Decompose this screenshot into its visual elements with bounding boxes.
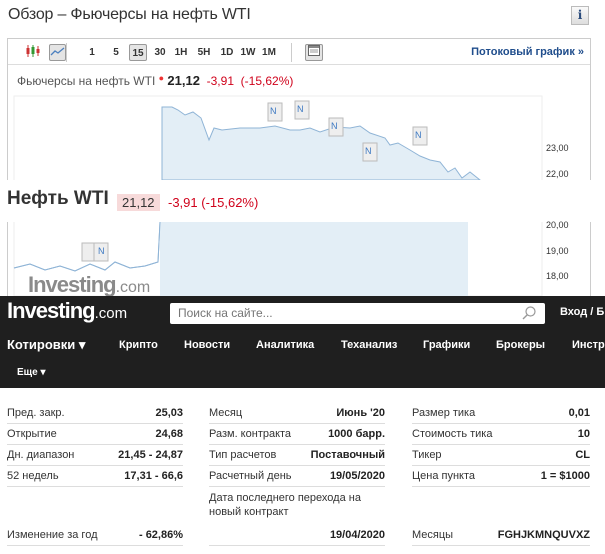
- nav-tools[interactable]: Инстр: [572, 339, 605, 351]
- nav-news[interactable]: Новости: [184, 339, 230, 351]
- site-logo[interactable]: Investing.com: [7, 298, 127, 324]
- nav-quotes[interactable]: Котировки ▾: [7, 337, 85, 353]
- stat-row: Стоимость тика 10: [412, 424, 590, 445]
- header-change: -3,91 (-15,62%): [168, 195, 259, 210]
- y-axis-label: 19,00: [546, 246, 569, 256]
- news-marker[interactable]: N: [98, 246, 105, 256]
- stat-row: Разм. контракта 1000 барр.: [209, 424, 385, 445]
- stat-row: Расчетный день 19/05/2020: [209, 466, 385, 487]
- nav-charts[interactable]: Графики: [423, 339, 470, 351]
- y-axis-label: 22,00: [546, 169, 569, 179]
- stat-row: Дн. диапазон 21,45 - 24,87: [7, 445, 183, 466]
- stat-row: Тикер CL: [412, 445, 590, 466]
- search-input[interactable]: [170, 303, 545, 324]
- news-marker[interactable]: N: [270, 106, 277, 116]
- nav-analytics[interactable]: Аналитика: [256, 339, 314, 351]
- stats-column-1: Пред. закр. 25,03 Открытие 24,68 Дн. диапа…: [7, 403, 183, 546]
- stat-row: Дата последнего перехода на новый контра…: [209, 487, 385, 546]
- stat-row: Цена пункта 1 = $1000: [412, 466, 590, 487]
- login-link[interactable]: Вход / Б: [560, 306, 604, 318]
- stat-row: Месяц Июнь '20: [209, 403, 385, 424]
- news-marker[interactable]: N: [297, 104, 304, 114]
- price-area: [161, 106, 482, 181]
- stat-row: Месяцы FGHJKMNQUVXZ: [412, 525, 590, 546]
- nav-crypto[interactable]: Крипто: [119, 339, 158, 351]
- y-axis-label: 18,00: [546, 271, 569, 281]
- stat-row: Размер тика 0,01: [412, 403, 590, 424]
- stats-column-2: Месяц Июнь '20 Разм. контракта 1000 барр. …: [209, 403, 385, 546]
- stat-row: Изменение за год - 62,86%: [7, 525, 183, 546]
- news-marker[interactable]: N: [365, 146, 372, 156]
- watermark-logo: Investing.com: [28, 272, 151, 297]
- news-marker[interactable]: N: [415, 130, 422, 140]
- y-axis-label: 20,00: [546, 220, 569, 230]
- search-icon[interactable]: [522, 306, 536, 320]
- instrument-title: Нефть WTI: [7, 188, 109, 209]
- stat-row: 52 недель 17,31 - 66,6: [7, 466, 183, 487]
- news-marker[interactable]: N: [331, 121, 338, 131]
- header-price: 21,12: [117, 194, 160, 211]
- nav-brokers[interactable]: Брокеры: [496, 339, 545, 351]
- stat-row: Открытие 24,68: [7, 424, 183, 445]
- nav-technical[interactable]: Теханализ: [341, 339, 397, 351]
- stat-row: Пред. закр. 25,03: [7, 403, 183, 424]
- y-axis-label: 23,00: [546, 143, 569, 153]
- stats-column-3: Размер тика 0,01 Стоимость тика 10 Тикер CL…: [412, 403, 590, 546]
- stat-row: Тип расчетов Поставочный: [209, 445, 385, 466]
- nav-more[interactable]: Еще ▾: [17, 367, 45, 378]
